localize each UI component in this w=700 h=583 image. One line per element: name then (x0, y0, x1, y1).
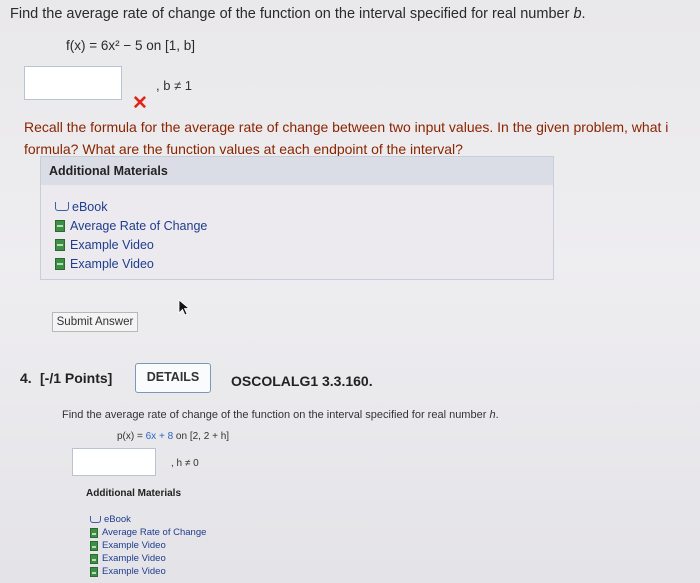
q3-answer-input[interactable] (24, 66, 122, 100)
document-icon (55, 219, 65, 232)
q4-material-example-video-3[interactable]: Example Video (90, 565, 386, 578)
q4-material-example-video-1[interactable]: Example Video (90, 539, 386, 552)
q4-equation-rhs: on [2, 2 + h] (173, 431, 230, 442)
red-x-icon: ✕ (132, 93, 148, 114)
document-icon (90, 527, 98, 538)
document-icon (55, 238, 65, 251)
ebook-icon (55, 202, 69, 211)
mouse-cursor-icon (178, 299, 191, 316)
document-icon (90, 566, 98, 577)
q3-material-example-video-1[interactable]: Example Video (55, 235, 553, 254)
q3-prompt: Find the average rate of change of the f… (10, 6, 586, 22)
q3-material-average-rate-of-change[interactable]: Average Rate of Change (55, 216, 553, 235)
q4-equation-terms: 6x + 8 (145, 431, 174, 442)
ebook-icon (90, 516, 101, 523)
q4-equation-lhs: p(x) = (117, 431, 146, 442)
document-icon (90, 540, 98, 551)
q3-additional-materials-panel: Additional Materials eBook Average Rate … (40, 156, 554, 280)
q4-material-ebook[interactable]: eBook (90, 513, 386, 526)
q3-hint-line-1: Recall the formula for the average rate … (24, 119, 669, 135)
q4-code: OSCOLALG1 3.3.160. (231, 373, 373, 389)
document-icon (90, 553, 98, 564)
q3-materials-title: Additional Materials (41, 157, 553, 185)
details-button[interactable]: DETAILS (135, 363, 211, 393)
document-icon (55, 257, 65, 270)
q3-hint: Recall the formula for the average rate … (24, 116, 700, 160)
q3-prompt-end: . (581, 6, 586, 22)
q4-condition: , h ≠ 0 (171, 458, 199, 469)
q4-additional-materials-panel: Additional Materials eBook Average Rate … (86, 488, 386, 578)
q3-prompt-text: Find the average rate of change of the f… (10, 6, 574, 22)
q3-material-example-video-2[interactable]: Example Video (55, 254, 553, 273)
q4-points: [-/1 Points] (40, 370, 113, 386)
q3-condition: , b ≠ 1 (156, 78, 193, 93)
q4-material-example-video-2[interactable]: Example Video (90, 552, 386, 565)
submit-answer-button[interactable]: Submit Answer (52, 312, 138, 332)
q4-prompt-text: Find the average rate of change of the f… (62, 409, 490, 421)
q4-materials-title: Additional Materials (86, 488, 182, 499)
q4-equation: p(x) = 6x + 8 on [2, 2 + h] (117, 431, 229, 442)
q4-prompt: Find the average rate of change of the f… (62, 409, 499, 421)
q4-material-average-rate-of-change[interactable]: Average Rate of Change (90, 526, 386, 539)
q4-prompt-end: . (495, 409, 499, 421)
q4-number: 4. (20, 370, 32, 386)
q3-material-ebook[interactable]: eBook (55, 197, 553, 216)
q3-prompt-var: b (573, 6, 582, 22)
q3-equation: f(x) = 6x² − 5 on [1, b] (66, 38, 196, 53)
q4-answer-input[interactable] (72, 448, 156, 476)
